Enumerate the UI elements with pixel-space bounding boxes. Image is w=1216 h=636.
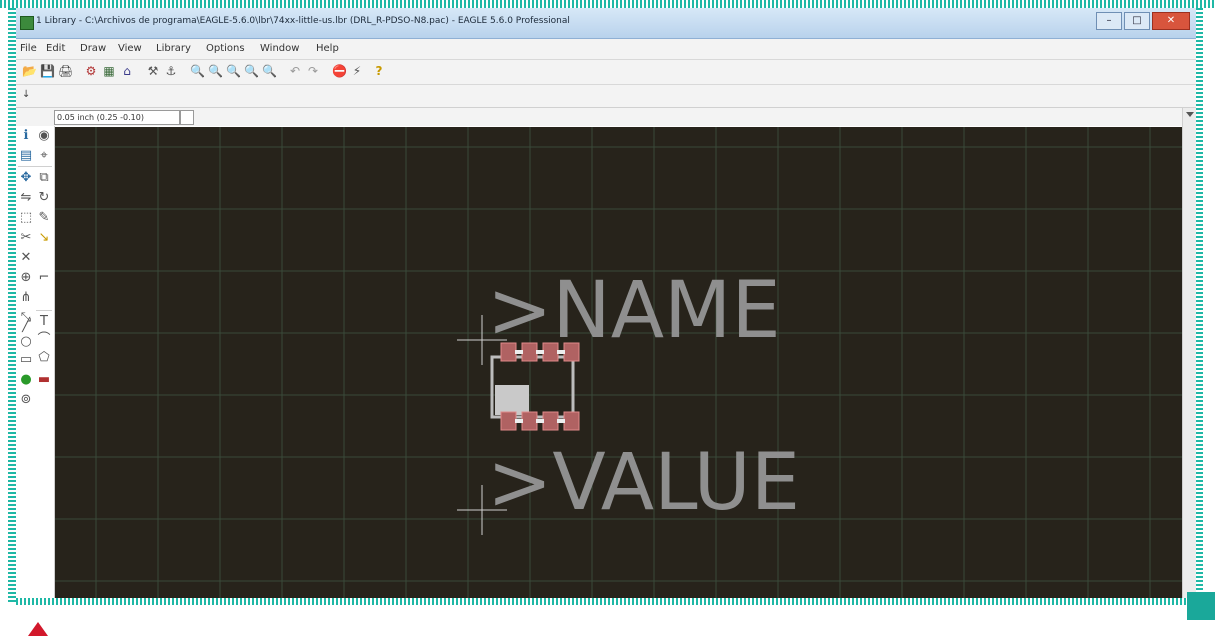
main-toolbar: 📂 💾 🖨 ⚙ ▦ ⌂ ⚒ ⚓ 🔍 🔍 🔍 🔍 🔍 ↶ ↷ ⛔ ⚡ ? <box>16 60 1196 85</box>
open-icon[interactable]: 📂 <box>22 64 37 78</box>
toolbar-separator <box>36 310 52 311</box>
delete-icon[interactable]: ✕ <box>18 250 34 266</box>
decorative-left-border <box>8 8 16 604</box>
zoom-out-icon[interactable]: 🔍 <box>226 64 241 78</box>
name-placeholder-text[interactable]: >NAME <box>487 266 781 356</box>
eagle-app-icon <box>20 16 34 30</box>
wire-icon[interactable]: ╱ <box>18 318 34 334</box>
window-title: 1 Library - C:\Archivos de programa\EAGL… <box>36 16 570 26</box>
window-titlebar[interactable]: 1 Library - C:\Archivos de programa\EAGL… <box>16 8 1196 39</box>
split-icon[interactable]: ⋔ <box>18 290 34 306</box>
redo-icon[interactable]: ↷ <box>306 64 320 78</box>
coordinate-row: 0.05 inch (0.25 -0.10) <box>16 108 1196 126</box>
redraw-icon[interactable]: 🔍 <box>244 64 259 78</box>
menu-edit[interactable]: Edit <box>46 43 65 54</box>
zoom-select-icon[interactable]: 🔍 <box>262 64 277 78</box>
via-icon[interactable]: ● <box>18 372 34 388</box>
layer-selector-icon[interactable]: ↓ <box>22 89 30 100</box>
red-triangle-marker <box>28 622 48 636</box>
decorative-right-border <box>1196 8 1203 598</box>
script-icon[interactable]: ⌂ <box>120 64 134 78</box>
teal-corner-block <box>1187 592 1215 620</box>
zoom-in-icon[interactable]: 🔍 <box>208 64 223 78</box>
paste-icon[interactable]: ↘ <box>36 230 52 246</box>
cam-icon[interactable]: ⚙ <box>84 64 98 78</box>
go-icon[interactable]: ⚡ <box>350 64 364 78</box>
arc-icon[interactable]: ⌒ <box>36 332 52 348</box>
coordinate-display: 0.05 inch (0.25 -0.10) <box>54 110 180 125</box>
menu-library[interactable]: Library <box>156 43 191 54</box>
menu-options[interactable]: Options <box>206 43 245 54</box>
stop-icon[interactable]: ⛔ <box>332 64 347 78</box>
parameter-toolbar: ↓ <box>16 85 1196 108</box>
package-drawing: >NAME >VALUE <box>55 127 1182 598</box>
menu-draw[interactable]: Draw <box>80 43 106 54</box>
help-icon[interactable]: ? <box>372 64 386 78</box>
smd-icon[interactable]: ▬ <box>36 372 52 388</box>
change-icon[interactable]: ✎ <box>36 210 52 226</box>
toolbar-separator <box>18 166 52 167</box>
scroll-down-icon[interactable] <box>1186 112 1194 117</box>
design-link-icon[interactable]: ⚓ <box>164 64 178 78</box>
maximize-button[interactable]: □ <box>1124 12 1150 30</box>
board-icon[interactable]: ▦ <box>102 64 116 78</box>
pin1-marker <box>495 385 529 415</box>
menu-file[interactable]: File <box>20 43 37 54</box>
hole-icon[interactable]: ⊚ <box>18 392 34 408</box>
text-icon[interactable]: T <box>36 314 52 330</box>
cut-icon[interactable]: ✂ <box>18 230 34 246</box>
copy-icon[interactable]: ⧉ <box>36 170 52 186</box>
value-placeholder-text[interactable]: >VALUE <box>487 438 800 528</box>
mirror-icon[interactable]: ⇋ <box>18 190 34 206</box>
smd-pad[interactable] <box>563 411 580 431</box>
layout-editor-canvas[interactable]: >NAME >VALUE <box>55 127 1182 598</box>
menu-bar: File Edit Draw View Library Options Wind… <box>16 39 1196 60</box>
rotate-icon[interactable]: ↻ <box>36 190 52 206</box>
menu-view[interactable]: View <box>118 43 142 54</box>
add-icon[interactable]: ⊕ <box>18 270 34 286</box>
miter-icon[interactable]: ⌐ <box>36 270 52 286</box>
display-icon[interactable]: ▤ <box>18 148 34 164</box>
minimize-button[interactable]: – <box>1096 12 1122 30</box>
menu-help[interactable]: Help <box>316 43 339 54</box>
mark-icon[interactable]: ⌖ <box>36 148 52 164</box>
show-icon[interactable]: ◉ <box>36 128 52 144</box>
print-icon[interactable]: 🖨 <box>58 64 73 78</box>
circle-icon[interactable]: ○ <box>18 334 34 350</box>
info-icon[interactable]: ℹ <box>18 128 34 144</box>
move-icon[interactable]: ✥ <box>18 170 34 186</box>
decorative-top-border <box>0 0 1216 8</box>
rect-icon[interactable]: ▭ <box>18 352 34 368</box>
window-controls: – □ ✕ <box>1094 12 1190 30</box>
run-ulp-icon[interactable]: ⚒ <box>146 64 160 78</box>
command-toolbar: ℹ ◉ ▤ ⌖ ✥ ⧉ ⇋ ↻ ⬚ ✎ ✂ ↘ ✕ ⊕ ⌐ ⋔ ⤡ ╱ T ○ … <box>16 126 55 598</box>
group-icon[interactable]: ⬚ <box>18 210 34 226</box>
save-icon[interactable]: 💾 <box>40 64 55 78</box>
smd-pad[interactable] <box>542 411 559 431</box>
decorative-bottom-border <box>16 598 1196 605</box>
smd-pad[interactable] <box>500 411 517 431</box>
close-button[interactable]: ✕ <box>1152 12 1190 30</box>
undo-icon[interactable]: ↶ <box>288 64 302 78</box>
vertical-scrollbar[interactable] <box>1182 108 1197 598</box>
smd-pad[interactable] <box>521 411 538 431</box>
menu-window[interactable]: Window <box>260 43 299 54</box>
command-line-input[interactable] <box>180 110 194 125</box>
polygon-icon[interactable]: ⬠ <box>36 350 52 366</box>
zoom-fit-icon[interactable]: 🔍 <box>190 64 205 78</box>
